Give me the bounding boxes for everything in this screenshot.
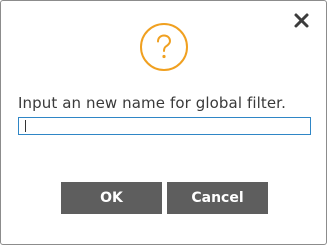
text-caret: [25, 120, 26, 132]
close-button[interactable]: [292, 9, 312, 31]
ok-button[interactable]: OK: [61, 182, 162, 214]
filter-name-input[interactable]: [18, 117, 311, 135]
question-circle-icon: [139, 22, 189, 72]
close-icon: [294, 13, 309, 28]
prompt-text: Input an new name for global filter.: [18, 94, 286, 112]
rename-filter-dialog: Input an new name for global filter. OK …: [0, 0, 327, 245]
cancel-button[interactable]: Cancel: [167, 182, 268, 214]
